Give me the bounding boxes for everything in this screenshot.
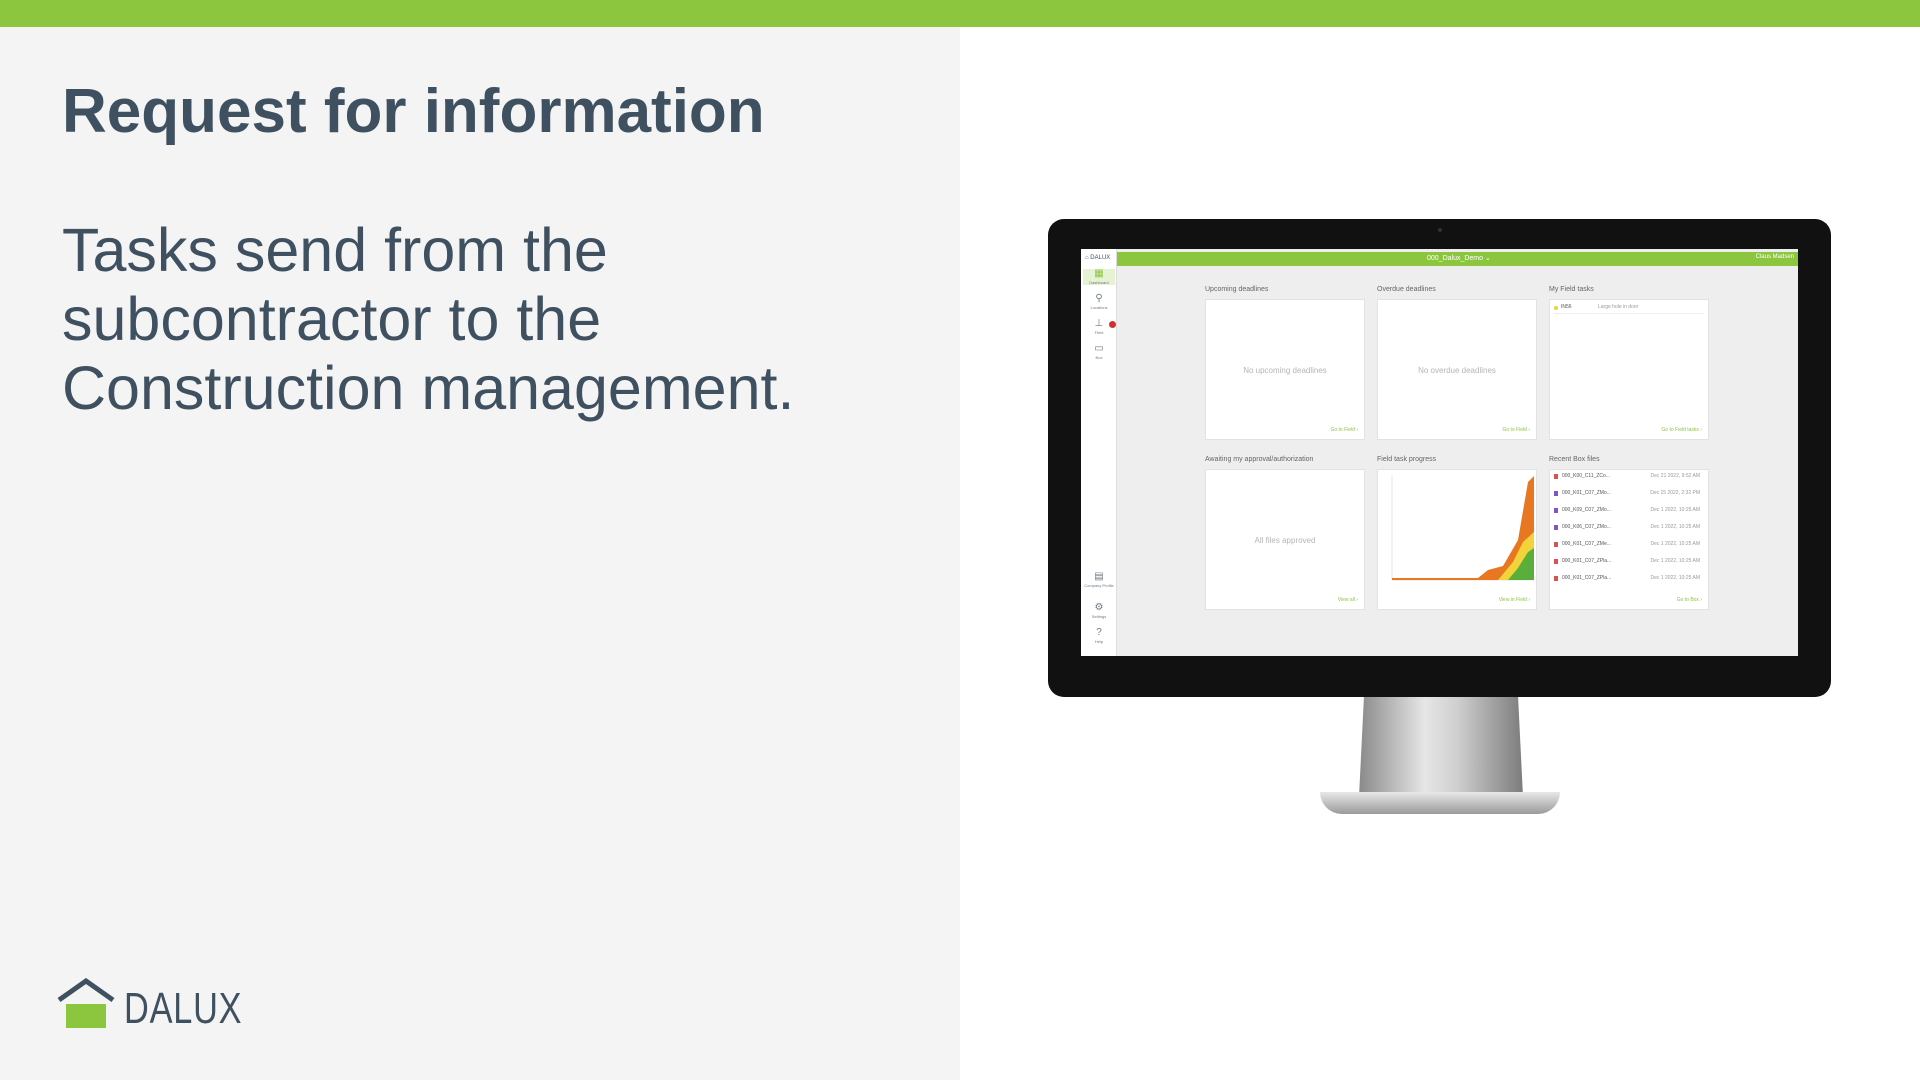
card-title-my-tasks: My Field tasks <box>1549 286 1594 293</box>
file-name: 000_K01_C07_ZPla... <box>1562 575 1612 581</box>
file-row[interactable]: 000_K01_C07_ZPla... Dec 1 2022, 10:25 AM <box>1554 558 1704 568</box>
file-name: 000_K01_C07_ZMe... <box>1562 541 1611 547</box>
sidebar-item-locations[interactable]: ⚲ Locations <box>1083 293 1115 311</box>
logo-text: DALUX <box>124 984 243 1033</box>
my-field-tasks-card: IN56 Large hole in door Go to Field task… <box>1549 299 1709 440</box>
task-id: IN56 <box>1561 304 1572 310</box>
sidebar-item-settings[interactable]: ⚙ Settings <box>1083 602 1115 620</box>
camera-icon <box>1438 228 1442 232</box>
file-row[interactable]: 000_K01_C07_ZMo... Dec 15 2022, 2:32 PM <box>1554 490 1704 500</box>
file-date: Dec 1 2022, 10:25 AM <box>1650 541 1700 547</box>
user-menu[interactable]: Claus Madsen <box>1756 254 1794 260</box>
top-accent-bar <box>0 0 1920 27</box>
empty-message: All files approved <box>1254 536 1316 545</box>
file-icon <box>1554 559 1558 564</box>
empty-message: No overdue deadlines <box>1418 366 1496 375</box>
gear-icon: ⚙ <box>1094 602 1104 613</box>
file-date: Dec 1 2022, 10:25 AM <box>1650 524 1700 530</box>
card-title-progress: Field task progress <box>1377 456 1437 463</box>
file-row[interactable]: 000_K09_C07_ZMo... Dec 1 2022, 10:25 AM <box>1554 507 1704 517</box>
sidebar-item-box[interactable]: ▭ Box <box>1083 343 1115 361</box>
progress-area-chart <box>1391 476 1534 581</box>
file-date: Dec 1 2022, 10:25 AM <box>1650 507 1700 513</box>
slide-body-line: Tasks send from the <box>62 216 608 284</box>
awaiting-approval-card: All files approved View all › <box>1205 469 1365 610</box>
project-selector[interactable]: 000_Dalux_Demo ⌄ <box>1427 254 1491 262</box>
task-text: Large hole in door <box>1598 304 1639 310</box>
file-row[interactable]: 000_K01_C07_ZPla... Dec 1 2022, 10:25 AM <box>1554 575 1704 585</box>
slide-body-line: subcontractor to the <box>62 285 602 353</box>
upcoming-deadlines-card: No upcoming deadlines Go to Field › <box>1205 299 1365 440</box>
file-row[interactable]: 000_K06_C07_ZMo... Dec 1 2022, 10:25 AM <box>1554 524 1704 534</box>
card-title-overdue: Overdue deadlines <box>1377 286 1436 293</box>
sidebar-item-help[interactable]: ? Help <box>1083 627 1115 645</box>
go-to-field-link[interactable]: Go to Field › <box>1502 427 1530 433</box>
card-title-recent: Recent Box files <box>1549 456 1600 463</box>
overdue-deadlines-card: No overdue deadlines Go to Field › <box>1377 299 1537 440</box>
task-row[interactable]: IN56 Large hole in door <box>1554 304 1704 314</box>
status-dot-icon <box>1554 306 1558 310</box>
left-panel <box>0 27 960 1080</box>
field-task-progress-card: View in Field › <box>1377 469 1537 610</box>
go-to-box-link[interactable]: Go to Box › <box>1677 597 1702 603</box>
help-icon: ? <box>1096 627 1102 638</box>
file-name: 000_K01_C07_ZPla... <box>1562 558 1612 564</box>
sidebar-item-dashboard[interactable]: ▦ Dashboard <box>1083 269 1115 285</box>
file-date: Dec 1 2022, 10:25 AM <box>1650 575 1700 581</box>
file-icon <box>1554 491 1558 496</box>
card-title-upcoming: Upcoming deadlines <box>1205 286 1269 293</box>
empty-message: No upcoming deadlines <box>1243 366 1327 375</box>
file-name: 000_K01_C07_ZMo... <box>1562 490 1611 496</box>
box-icon: ▭ <box>1094 343 1104 354</box>
app-sidebar: ⌂ DALUX ▦ Dashboard ⚲ Locations ⊥ Field … <box>1081 249 1117 656</box>
app-header: 000_Dalux_Demo ⌄ Claus Madsen <box>1117 252 1798 266</box>
go-to-field-tasks-link[interactable]: Go to Field tasks › <box>1661 427 1702 433</box>
building-icon: ▤ <box>1094 571 1104 582</box>
file-icon <box>1554 525 1558 530</box>
file-icon <box>1554 508 1558 513</box>
file-icon <box>1554 576 1558 581</box>
pin-icon: ⚲ <box>1095 293 1103 304</box>
monitor-stand <box>1359 697 1523 797</box>
monitor-base <box>1320 792 1560 814</box>
file-icon <box>1554 474 1558 479</box>
file-date: Dec 15 2022, 2:32 PM <box>1650 490 1700 496</box>
grid-icon: ▦ <box>1094 268 1104 279</box>
recent-box-files-card: 000_K00_C11_ZCo... Dec 21 2022, 9:52 AM 0… <box>1549 469 1709 610</box>
file-date: Dec 1 2022, 10:25 AM <box>1650 558 1700 564</box>
file-name: 000_K00_C11_ZCo... <box>1562 473 1610 479</box>
app-screenshot: ⌂ DALUX ▦ Dashboard ⚲ Locations ⊥ Field … <box>1081 249 1798 656</box>
file-name: 000_K06_C07_ZMo... <box>1562 524 1611 530</box>
monitor: ⌂ DALUX ▦ Dashboard ⚲ Locations ⊥ Field … <box>1048 219 1831 697</box>
file-row[interactable]: 000_K00_C11_ZCo... Dec 21 2022, 9:52 AM <box>1554 473 1704 483</box>
view-all-link[interactable]: View all › <box>1338 597 1358 603</box>
slide-title: Request for information <box>62 77 765 146</box>
dalux-logo: DALUX <box>56 977 242 1033</box>
file-row[interactable]: 000_K01_C07_ZMe... Dec 1 2022, 10:25 AM <box>1554 541 1704 551</box>
card-title-approval: Awaiting my approval/authorization <box>1205 456 1314 463</box>
slide-body: Tasks send from the subcontractor to the… <box>62 216 882 423</box>
app-logo: ⌂ DALUX <box>1085 255 1111 261</box>
go-to-field-link[interactable]: Go to Field › <box>1330 427 1358 433</box>
file-icon <box>1554 542 1558 547</box>
sidebar-item-company-profile[interactable]: ▤ Company Profile <box>1083 571 1115 589</box>
notification-badge <box>1109 321 1116 328</box>
slide-body-line: Construction management. <box>62 354 795 422</box>
house-logo-icon <box>57 977 115 1028</box>
file-name: 000_K09_C07_ZMo... <box>1562 507 1611 513</box>
view-in-field-link[interactable]: View in Field › <box>1499 597 1530 603</box>
file-date: Dec 21 2022, 9:52 AM <box>1650 473 1700 479</box>
